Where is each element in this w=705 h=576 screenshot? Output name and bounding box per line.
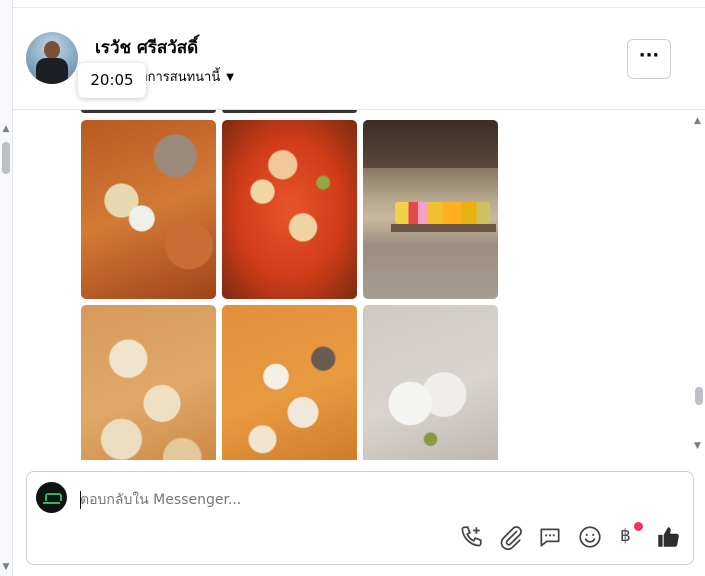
photo-shelf xyxy=(395,202,490,224)
thread-scroll-down-icon[interactable]: ▼ xyxy=(694,441,703,451)
conversation-subtitle[interactable]: ยการสนทนานี้ ▼ xyxy=(140,66,234,87)
food-photo-4[interactable] xyxy=(81,305,216,460)
food-photo-5[interactable] xyxy=(222,305,357,460)
scroll-up-arrow-icon[interactable]: ▲ xyxy=(1,124,11,134)
message-thread xyxy=(12,110,690,460)
emoji-icon[interactable] xyxy=(577,524,603,550)
previous-photo-edge xyxy=(81,110,216,113)
page-avatar xyxy=(36,482,67,513)
thread-scrollbar-thumb[interactable] xyxy=(695,387,703,405)
conversation-header: เรวัช ศรีสวัสดิ์ ยการสนทนานี้ ▼ 20:05 ··· xyxy=(12,8,705,110)
reply-input[interactable] xyxy=(80,489,670,511)
attachment-icon[interactable] xyxy=(498,524,524,550)
scroll-down-arrow-icon[interactable]: ▼ xyxy=(1,562,11,572)
page-logo-mark xyxy=(45,493,62,501)
timestamp-tooltip: 20:05 xyxy=(78,63,146,98)
avatar[interactable] xyxy=(26,32,78,84)
conversation-subtitle-text: ยการสนทนานี้ xyxy=(140,70,221,85)
message-composer: ฿ xyxy=(26,471,694,565)
avatar-head xyxy=(44,41,60,59)
chat-bubble-icon[interactable] xyxy=(537,524,563,550)
thumbs-up-icon[interactable] xyxy=(655,524,681,550)
baht-icon[interactable]: ฿ xyxy=(620,526,631,546)
previous-photo-edge xyxy=(222,110,357,113)
food-photo-2[interactable] xyxy=(222,120,357,299)
food-photo-6[interactable] xyxy=(363,305,498,460)
page-logo-mark xyxy=(43,502,60,504)
caret-down-icon: ▼ xyxy=(226,72,234,83)
photo-roof xyxy=(363,120,498,168)
text-cursor xyxy=(80,491,81,509)
more-options-button[interactable]: ··· xyxy=(627,39,671,79)
photo-table xyxy=(391,224,496,232)
scrollbar-thumb[interactable] xyxy=(2,142,10,174)
thread-scroll-up-icon[interactable]: ▲ xyxy=(694,116,703,126)
food-photo-1[interactable] xyxy=(81,120,216,299)
notification-dot xyxy=(634,522,643,531)
avatar-body xyxy=(36,58,68,84)
call-add-icon[interactable] xyxy=(458,524,484,550)
market-stall-photo[interactable] xyxy=(363,120,498,299)
contact-name[interactable]: เรวัช ศรีสวัสดิ์ xyxy=(95,34,198,61)
